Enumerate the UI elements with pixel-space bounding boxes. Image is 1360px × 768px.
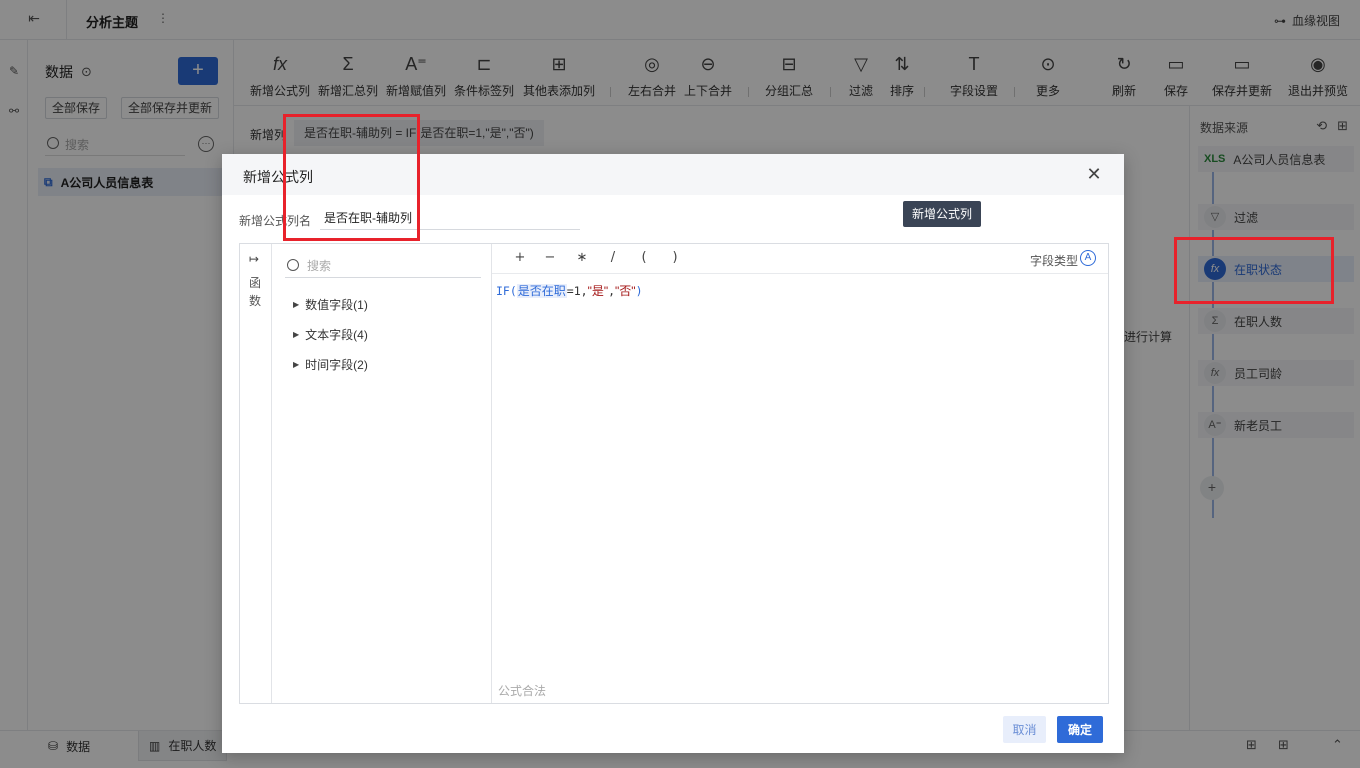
op-multiply-button[interactable]: ∗	[573, 250, 591, 265]
op-minus-button[interactable]: −	[541, 250, 559, 265]
operator-bar: + − ∗ / ( ) 字段类型 A	[492, 244, 1108, 274]
formula-field: 是否在职	[516, 284, 567, 298]
tooltip: 新增公式列	[903, 201, 982, 227]
add-formula-column-dialog: 新增公式列 ✕ 新增公式列名 新增公式列 ↦ 函数 搜索 ▶ 数值字段(1) ▶…	[222, 154, 1124, 753]
field-type-label: 字段类型	[1029, 254, 1078, 268]
field-group-label: 数值字段(1)	[305, 298, 368, 312]
formula-text[interactable]: IF(是否在职=1,"是","否")	[496, 282, 643, 299]
field-type-icon[interactable]: A	[1080, 250, 1096, 266]
close-icon[interactable]: ✕	[1084, 164, 1104, 184]
expand-functions-icon[interactable]: ↦	[249, 252, 259, 266]
field-group-text[interactable]: ▶ 文本字段(4)	[293, 326, 368, 343]
field-group-time[interactable]: ▶ 时间字段(2)	[293, 356, 368, 373]
formula-editor: ↦ 函数 搜索 ▶ 数值字段(1) ▶ 文本字段(4) ▶ 时间字段(2) + …	[239, 243, 1109, 704]
formula-close: )	[635, 284, 643, 298]
dialog-title: 新增公式列	[243, 169, 313, 185]
formula-value-no: "否"	[615, 284, 636, 298]
formula-comma: ,	[608, 284, 616, 298]
op-divide-button[interactable]: /	[604, 250, 622, 265]
column-name-input[interactable]	[320, 206, 580, 230]
op-lparen-button[interactable]: (	[635, 250, 653, 265]
function-rail: ↦ 函数	[240, 244, 272, 703]
formula-fn: IF(	[496, 284, 517, 298]
field-group-label: 时间字段(2)	[305, 358, 368, 372]
functions-label[interactable]: 函数	[249, 274, 263, 310]
op-rparen-button[interactable]: )	[666, 250, 684, 265]
confirm-button[interactable]: 确定	[1057, 716, 1103, 743]
caret-right-icon: ▶	[293, 330, 300, 339]
field-search-placeholder: 搜索	[307, 259, 332, 273]
field-group-numeric[interactable]: ▶ 数值字段(1)	[293, 296, 368, 313]
dialog-header: 新增公式列 ✕	[222, 154, 1124, 195]
field-group-label: 文本字段(4)	[305, 328, 368, 342]
caret-right-icon: ▶	[293, 360, 300, 369]
formula-status: 公式合法	[498, 684, 547, 698]
op-plus-button[interactable]: +	[511, 250, 529, 265]
search-icon	[287, 259, 299, 271]
field-search-input[interactable]: 搜索	[285, 254, 481, 278]
formula-cond: =1,	[566, 284, 588, 298]
formula-area: + − ∗ / ( ) 字段类型 A IF(是否在职=1,"是","否") 公式…	[492, 244, 1108, 703]
formula-value-yes: "是"	[587, 284, 609, 298]
field-list-pane: 搜索 ▶ 数值字段(1) ▶ 文本字段(4) ▶ 时间字段(2)	[272, 244, 492, 703]
column-name-label: 新增公式列名	[239, 214, 312, 228]
cancel-button[interactable]: 取消	[1003, 716, 1046, 743]
caret-right-icon: ▶	[293, 300, 300, 309]
